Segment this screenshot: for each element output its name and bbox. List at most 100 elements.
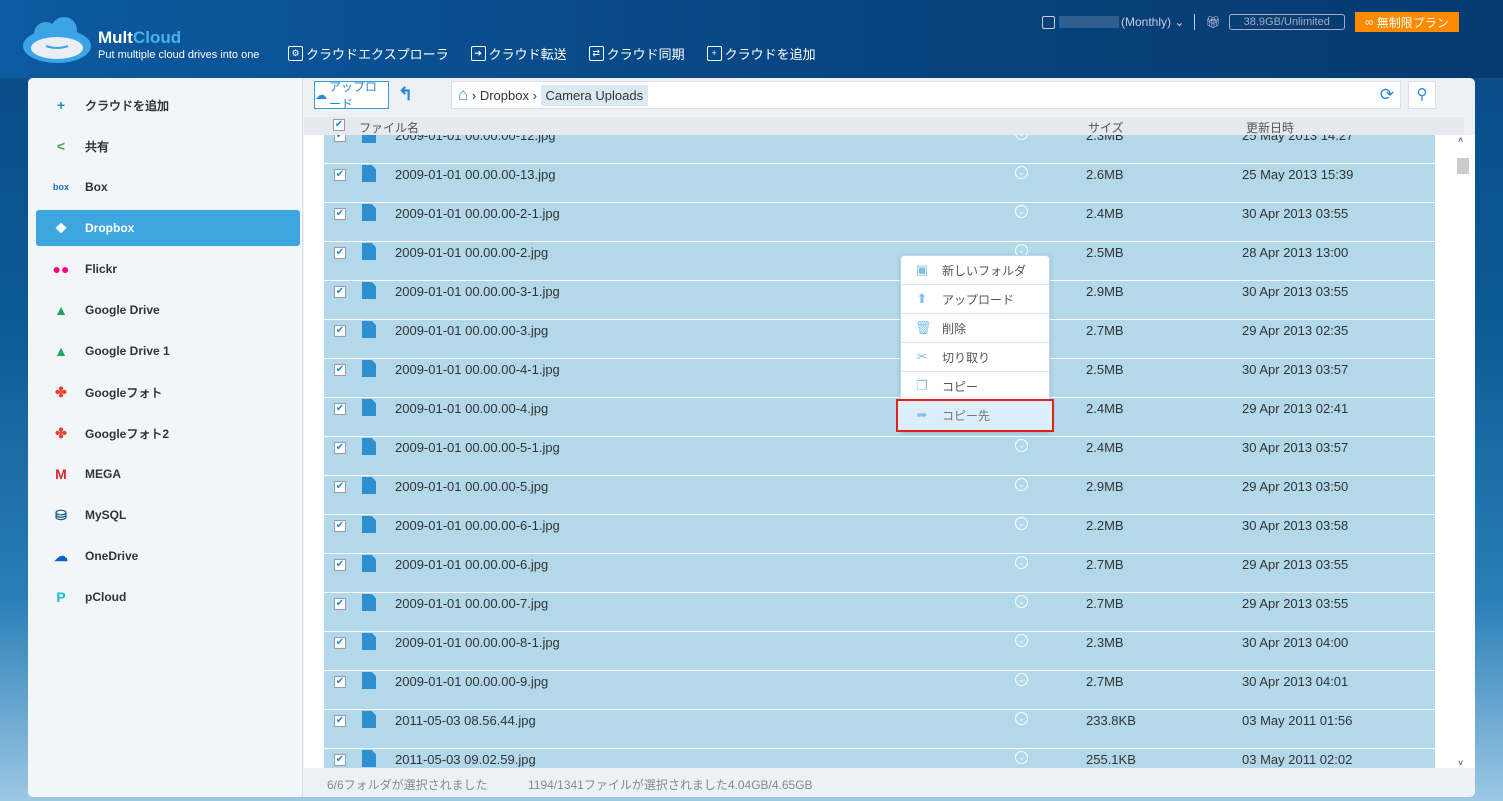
row-checkbox[interactable]: ✔	[334, 598, 346, 610]
row-options-icon[interactable]: ⌄	[1015, 595, 1028, 608]
nav-cloud-transfer[interactable]: ➜ クラウド転送	[470, 44, 567, 63]
sidebar-item-onedrive[interactable]: ☁ OneDrive	[36, 538, 300, 574]
file-name[interactable]: 2009-01-01 00.00.00-13.jpg	[395, 167, 555, 182]
file-name[interactable]: 2009-01-01 00.00.00-6-1.jpg	[395, 518, 560, 533]
row-checkbox[interactable]: ✔	[334, 247, 346, 259]
sidebar-item-google-drive-1[interactable]: ▲ Google Drive 1	[36, 333, 300, 369]
sidebar-item-google-drive[interactable]: ▲ Google Drive	[36, 292, 300, 328]
file-name[interactable]: 2011-05-03 09.02.59.jpg	[395, 752, 536, 767]
column-name[interactable]: ファイル名	[359, 119, 419, 136]
row-options-icon[interactable]: ⌄	[1015, 751, 1028, 764]
file-name[interactable]: 2009-01-01 00.00.00-7.jpg	[395, 596, 548, 611]
row-options-icon[interactable]: ⌄	[1015, 712, 1028, 725]
row-checkbox[interactable]: ✔	[334, 754, 346, 766]
file-name[interactable]: 2009-01-01 00.00.00-5-1.jpg	[395, 440, 560, 455]
sidebar-item-googleフォト[interactable]: ✤ Googleフォト	[36, 374, 300, 410]
sidebar-item-flickr[interactable]: ●● Flickr	[36, 251, 300, 287]
file-row[interactable]: ✔ 2009-01-01 00.00.00-12.jpg ⌄ 2.3MB 25 May …	[324, 135, 1435, 163]
scrollbar-thumb[interactable]	[1457, 158, 1469, 174]
file-row[interactable]: ✔2009-01-01 00.00.00-3.jpg⌄2.7MB29 Apr 2…	[324, 320, 1435, 358]
file-row[interactable]: ✔2009-01-01 00.00.00-3-1.jpg⌄2.9MB30 Apr…	[324, 281, 1435, 319]
select-all-checkbox[interactable]: ✔	[333, 119, 345, 131]
nav-cloud-explorer[interactable]: ⚙ クラウドエクスプローラ	[288, 44, 449, 63]
nav-cloud-sync[interactable]: ⇄ クラウド同期	[588, 44, 685, 63]
row-checkbox[interactable]: ✔	[334, 637, 346, 649]
row-checkbox[interactable]: ✔	[334, 481, 346, 493]
file-name[interactable]: 2009-01-01 00.00.00-3.jpg	[395, 323, 548, 338]
sidebar-item-mega[interactable]: M MEGA	[36, 456, 300, 492]
row-checkbox[interactable]: ✔	[334, 715, 346, 727]
file-name[interactable]: 2009-01-01 00.00.00-6.jpg	[395, 557, 548, 572]
row-checkbox[interactable]: ✔	[334, 286, 346, 298]
row-checkbox[interactable]: ✔	[334, 135, 346, 142]
chevron-down-icon[interactable]: ⌄	[1171, 15, 1184, 29]
file-name[interactable]: 2009-01-01 00.00.00-8-1.jpg	[395, 635, 560, 650]
sidebar-item-mysql[interactable]: ⛁ MySQL	[36, 497, 300, 533]
file-name[interactable]: 2009-01-01 00.00.00-4-1.jpg	[395, 362, 560, 377]
row-options-icon[interactable]: ⌄	[1015, 166, 1028, 179]
gift-icon[interactable]: 🎁︎	[1205, 15, 1220, 29]
brand-name[interactable]: MultCloud	[98, 28, 181, 48]
upload-button[interactable]: ☁ アップロード	[314, 80, 389, 111]
file-row[interactable]: ✔ 2009-01-01 00.00.00-9.jpg ⌄ 2.7MB 30 Apr 2…	[324, 671, 1435, 709]
menu-item-new-folder[interactable]: ▣ 新しいフォルダ	[901, 256, 1049, 285]
row-checkbox[interactable]: ✔	[334, 364, 346, 376]
file-row[interactable]: ✔ 2009-01-01 00.00.00-13.jpg ⌄ 2.6MB 25 May …	[324, 164, 1435, 202]
menu-item-upload[interactable]: ⬆ アップロード	[901, 285, 1049, 314]
sidebar-item-クラウドを追加[interactable]: + クラウドを追加	[36, 87, 300, 123]
sidebar-item-box[interactable]: box Box	[36, 169, 300, 205]
file-row[interactable]: ✔2009-01-01 00.00.00-4-1.jpg⌄2.5MB30 Apr…	[324, 359, 1435, 397]
file-row[interactable]: ✔ 2011-05-03 09.02.59.jpg ⌄ 255.1KB 03 May 2…	[324, 749, 1435, 768]
row-options-icon[interactable]: ⌄	[1015, 517, 1028, 530]
file-row[interactable]: ✔ 2009-01-01 00.00.00-5.jpg ⌄ 2.9MB 29 Apr 2…	[324, 476, 1435, 514]
upgrade-button[interactable]: ∞ 無制限プラン	[1354, 12, 1459, 32]
row-options-icon[interactable]: ⌄	[1015, 634, 1028, 647]
menu-item-trash[interactable]: 🗑 削除	[901, 314, 1049, 343]
row-checkbox[interactable]: ✔	[334, 403, 346, 415]
file-row[interactable]: ✔ 2009-01-01 00.00.00-2.jpg ⌄ 2.5MB 28 Apr 2…	[324, 242, 1435, 280]
plan-label[interactable]: (Monthly)	[1121, 15, 1171, 29]
row-checkbox[interactable]: ✔	[334, 676, 346, 688]
parent-folder-icon[interactable]: ↰	[398, 84, 413, 105]
row-options-icon[interactable]: ⌄	[1015, 439, 1028, 452]
file-name[interactable]: 2011-05-03 08.56.44.jpg	[395, 713, 536, 728]
refresh-icon[interactable]: ⟳	[1380, 85, 1394, 105]
file-row[interactable]: ✔2009-01-01 00.00.00-4.jpg⌄2.4MB29 Apr 2…	[324, 398, 1435, 436]
menu-item-copy-to[interactable]: ➦ コピー先	[896, 399, 1054, 432]
file-row[interactable]: ✔ 2009-01-01 00.00.00-5-1.jpg ⌄ 2.4MB 30 Apr…	[324, 437, 1435, 475]
file-name[interactable]: 2009-01-01 00.00.00-5.jpg	[395, 479, 548, 494]
scroll-down-icon[interactable]: ˅	[1458, 758, 1463, 768]
row-checkbox[interactable]: ✔	[334, 169, 346, 181]
file-name[interactable]: 2009-01-01 00.00.00-12.jpg	[395, 135, 555, 143]
row-checkbox[interactable]: ✔	[334, 442, 346, 454]
file-row[interactable]: ✔ 2011-05-03 08.56.44.jpg ⌄ 233.8KB 03 May 2…	[324, 710, 1435, 748]
menu-item-scissors[interactable]: ✂ 切り取り	[901, 343, 1049, 372]
file-name[interactable]: 2009-01-01 00.00.00-2-1.jpg	[395, 206, 560, 221]
scrollbar[interactable]: ˄ ˅	[1455, 135, 1471, 768]
sidebar-item-pcloud[interactable]: PpCloud	[36, 579, 300, 615]
file-row[interactable]: ✔ 2009-01-01 00.00.00-8-1.jpg ⌄ 2.3MB 30 Apr…	[324, 632, 1435, 670]
sidebar-item-dropbox[interactable]: ❖ Dropbox	[36, 210, 300, 246]
column-date[interactable]: 更新日時	[1246, 119, 1294, 136]
account-icon[interactable]	[1042, 15, 1055, 29]
row-options-icon[interactable]: ⌄	[1015, 478, 1028, 491]
row-checkbox[interactable]: ✔	[334, 325, 346, 337]
sidebar-item-googleフォト2[interactable]: ✤ Googleフォト2	[36, 415, 300, 451]
row-options-icon[interactable]: ⌄	[1015, 205, 1028, 218]
sidebar-item-共有[interactable]: < 共有	[36, 128, 300, 164]
search-button[interactable]: ⚲	[1408, 81, 1436, 109]
file-row[interactable]: ✔ 2009-01-01 00.00.00-2-1.jpg ⌄ 2.4MB 30 Apr…	[324, 203, 1435, 241]
breadcrumb-camera-uploads[interactable]: Camera Uploads	[540, 84, 649, 106]
row-checkbox[interactable]: ✔	[334, 208, 346, 220]
nav-add-cloud[interactable]: + クラウドを追加	[706, 44, 816, 63]
file-row[interactable]: ✔ 2009-01-01 00.00.00-6-1.jpg ⌄ 2.2MB 30 Apr…	[324, 515, 1435, 553]
home-icon[interactable]: ⌂	[458, 85, 468, 105]
row-options-icon[interactable]: ⌄	[1015, 135, 1028, 140]
breadcrumb-dropbox[interactable]: Dropbox	[480, 88, 529, 103]
menu-item-copy[interactable]: ❐ コピー	[901, 372, 1049, 401]
file-name[interactable]: 2009-01-01 00.00.00-9.jpg	[395, 674, 548, 689]
file-name[interactable]: 2009-01-01 00.00.00-3-1.jpg	[395, 284, 560, 299]
row-options-icon[interactable]: ⌄	[1015, 556, 1028, 569]
file-name[interactable]: 2009-01-01 00.00.00-2.jpg	[395, 245, 548, 260]
row-options-icon[interactable]: ⌄	[1015, 673, 1028, 686]
